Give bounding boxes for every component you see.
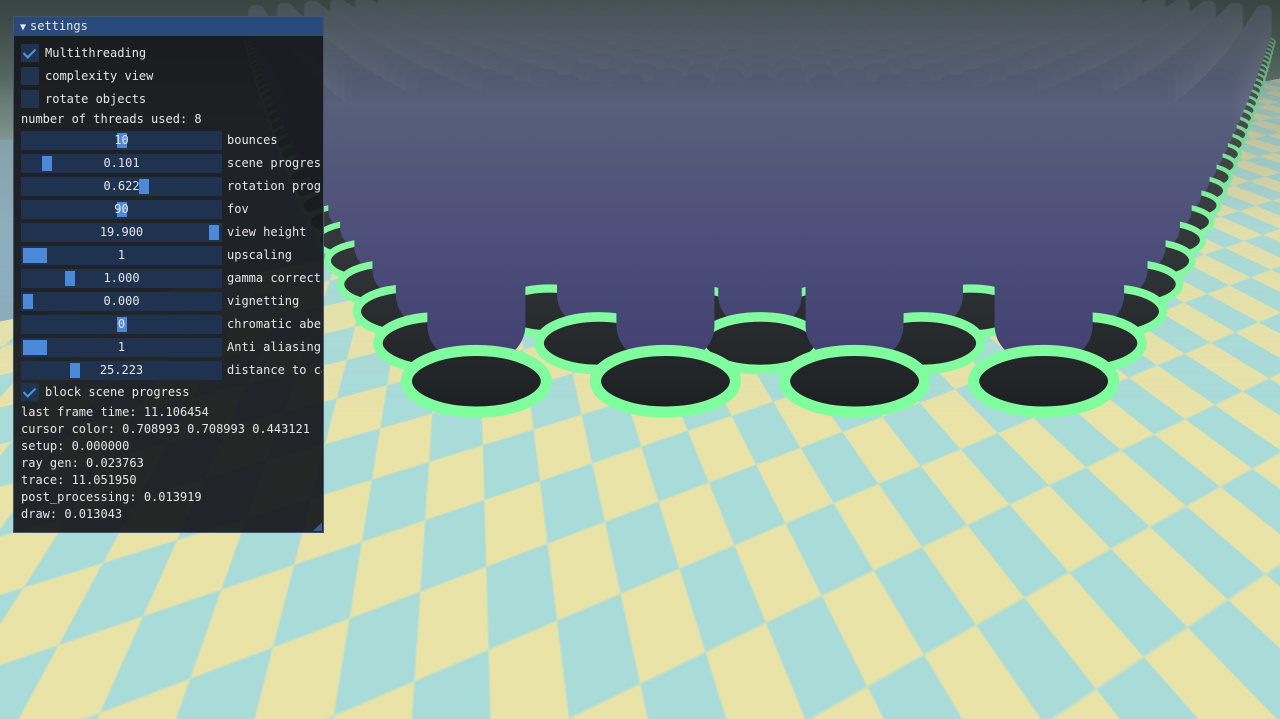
- slider-value: 0.622: [103, 179, 140, 193]
- gamma-correction-slider[interactable]: 1.000: [21, 269, 222, 288]
- rotate-objects-checkbox[interactable]: [21, 90, 39, 108]
- stat-last-frame-time: last frame time: 11.106454: [21, 405, 209, 419]
- slider-value: 0: [117, 317, 126, 331]
- slider-value: 0.101: [103, 156, 140, 170]
- slider-label: Anti aliasing: [227, 340, 321, 354]
- anti-aliasing-slider[interactable]: 1: [21, 338, 222, 357]
- slider-value: 1.000: [103, 271, 140, 285]
- slider-label: bounces: [227, 133, 278, 147]
- slider-value: 0.000: [103, 294, 140, 308]
- stat-cursor-color: cursor color: 0.708993 0.708993 0.443121: [21, 422, 310, 436]
- slider-value: 1: [117, 340, 126, 354]
- upscaling-slider[interactable]: 1: [21, 246, 222, 265]
- fov-slider[interactable]: 90: [21, 200, 222, 219]
- slider-label: gamma correction: [227, 271, 322, 285]
- scene-progress-slider[interactable]: 0.101: [21, 154, 222, 173]
- complexity-view-label: complexity view: [45, 69, 154, 83]
- stat-ray-gen: ray gen: 0.023763: [21, 456, 144, 470]
- chromatic-aberration-slider[interactable]: 0: [21, 315, 222, 334]
- block-scene-progress-label: block scene progress: [45, 385, 190, 399]
- slider-label: vignetting: [227, 294, 300, 308]
- slider-label: fov: [227, 202, 249, 216]
- slider-label: rotation progress: [227, 179, 322, 193]
- multithreading-label: Multithreading: [45, 46, 147, 60]
- slider-label: view height: [227, 225, 307, 239]
- distance-to-camera-slider[interactable]: 25.223: [21, 361, 222, 380]
- rotation-progress-slider[interactable]: 0.622: [21, 177, 222, 196]
- stat-draw: draw: 0.013043: [21, 507, 123, 521]
- slider-value: 10: [114, 133, 129, 147]
- stat-setup: setup: 0.000000: [21, 439, 130, 453]
- vignetting-slider[interactable]: 0.000: [21, 292, 222, 311]
- stat-trace: trace: 11.051950: [21, 473, 137, 487]
- slider-label: chromatic aberration: [227, 317, 322, 331]
- slider-label: upscaling: [227, 248, 293, 262]
- triangle-down-icon[interactable]: ▼: [20, 22, 26, 33]
- settings-window[interactable]: ▼ settings Multithreading complexity view…: [13, 16, 324, 533]
- slider-value: 90: [114, 202, 129, 216]
- settings-title-bar[interactable]: ▼ settings: [14, 17, 323, 36]
- threads-used-text: number of threads used: 8: [21, 112, 202, 126]
- settings-title: settings: [30, 19, 88, 33]
- resize-grip[interactable]: [313, 522, 322, 531]
- slider-value: 1: [117, 248, 126, 262]
- stat-post-processing: post_processing: 0.013919: [21, 490, 202, 504]
- bounces-slider[interactable]: 10: [21, 131, 222, 150]
- complexity-view-checkbox[interactable]: [21, 67, 39, 85]
- multithreading-checkbox[interactable]: [21, 44, 39, 62]
- rotate-objects-label: rotate objects: [45, 92, 147, 106]
- view-height-slider[interactable]: 19.900: [21, 223, 222, 242]
- block-scene-progress-checkbox[interactable]: [21, 383, 39, 401]
- slider-label: distance to camera: [227, 363, 322, 377]
- slider-value: 25.223: [99, 363, 144, 377]
- slider-label: scene progress: [227, 156, 322, 170]
- slider-value: 19.900: [99, 225, 144, 239]
